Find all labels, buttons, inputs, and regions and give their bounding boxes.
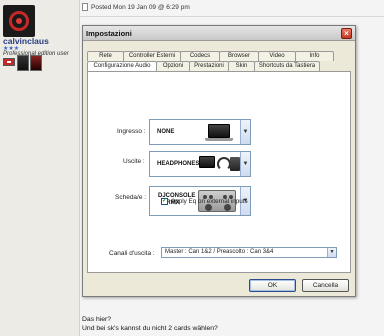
dialog-titlebar[interactable]: Impostazioni × [83, 26, 355, 41]
laptop-icon-2 [199, 156, 215, 168]
chevron-down-icon[interactable]: ▼ [240, 152, 250, 176]
avatar-logo-icon [9, 11, 29, 31]
tab-video[interactable]: Video [258, 51, 296, 61]
uscite-select[interactable]: HEADPHONES ▼ [149, 151, 251, 177]
tab-rete[interactable]: Rete [87, 51, 124, 61]
laptop-icon [205, 124, 233, 141]
flag-icon [3, 58, 15, 66]
dialog-title: Impostazioni [86, 29, 132, 38]
ok-button[interactable]: OK [249, 279, 296, 292]
ingresso-value: NONE [157, 129, 175, 135]
post-line-2: Und bei sk's kannst du nicht 2 cards wäh… [82, 325, 218, 332]
close-icon: × [344, 29, 349, 38]
chevron-down-icon[interactable]: ▼ [240, 120, 250, 144]
post-header: Posted Mon 19 Jan 09 @ 6:29 pm [82, 3, 190, 11]
chevron-down-icon[interactable]: ▼ [327, 248, 336, 257]
apply-eq-row[interactable]: ✓ Apply Eq on external inputs [161, 198, 248, 205]
tab-row-2: Configurazione Audio Opzioni Prestazioni… [87, 61, 320, 71]
post-line-1: Das hier? [82, 316, 112, 323]
tab-shortcuts[interactable]: Shortcuts da Tastiera [254, 61, 320, 71]
canali-select[interactable]: Master : Can 1&2 / Preascolto : Can 3&4 … [161, 247, 337, 258]
tab-codecs[interactable]: Codecs [180, 51, 220, 61]
uscite-value: HEADPHONES [157, 161, 200, 167]
tab-prestazioni[interactable]: Prestazioni [189, 61, 229, 71]
tab-controller-esterni[interactable]: Controller Esterni [123, 51, 181, 61]
ingresso-label: Ingresso : [117, 128, 146, 135]
post-divider [80, 16, 384, 17]
tab-info[interactable]: Info [295, 51, 334, 61]
speaker-icon [230, 157, 240, 171]
tab-skin[interactable]: Skin [228, 61, 255, 71]
product-badge-icon [17, 55, 29, 71]
uscite-label: Uscite : [123, 158, 145, 165]
apply-eq-checkbox[interactable]: ✓ [161, 198, 168, 205]
tab-row-1: Rete Controller Esterni Codecs Browser V… [87, 51, 334, 61]
user-column: calvinclaus ★★★ Professional edition use… [0, 0, 80, 336]
headphones-icon [217, 157, 231, 171]
product-badge-icon-2 [30, 55, 42, 71]
post-timestamp: Posted Mon 19 Jan 09 @ 6:29 pm [91, 3, 190, 11]
tab-configurazione-audio[interactable]: Configurazione Audio [87, 61, 157, 71]
cancel-button[interactable]: Cancella [302, 279, 349, 292]
tab-browser[interactable]: Browser [219, 51, 259, 61]
scheda-label: Scheda/e : [115, 194, 147, 201]
apply-eq-label: Apply Eq on external inputs [171, 198, 248, 205]
settings-dialog: Impostazioni × Rete Controller Esterni C… [82, 25, 356, 297]
close-button[interactable]: × [341, 28, 352, 39]
canali-label: Canali d'uscita : [109, 250, 155, 257]
avatar[interactable] [3, 5, 35, 37]
canali-value: Master : Can 1&2 / Preascolto : Can 3&4 [165, 249, 274, 255]
post-document-icon [82, 3, 88, 11]
ingresso-select[interactable]: NONE ▼ [149, 119, 251, 145]
tab-opzioni[interactable]: Opzioni [156, 61, 190, 71]
